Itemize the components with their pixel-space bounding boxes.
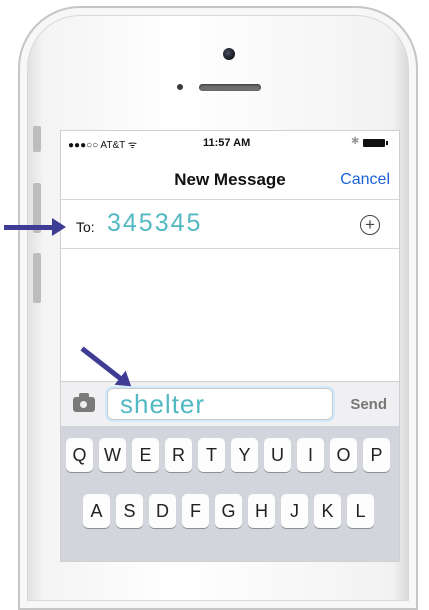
key-y[interactable]: Y [231,438,258,472]
bluetooth-icon: ✱ [351,136,360,147]
front-camera-icon [223,48,235,60]
key-a[interactable]: A [83,494,110,528]
key-j[interactable]: J [281,494,308,528]
add-contact-icon[interactable]: + [360,215,380,235]
key-p[interactable]: P [363,438,390,472]
volume-down-button [33,253,41,303]
message-text: shelter [120,389,206,419]
key-s[interactable]: S [116,494,143,528]
recipient-input[interactable]: 345345 [107,209,202,238]
proximity-sensor [177,84,183,90]
camera-icon[interactable] [73,393,95,412]
key-i[interactable]: I [297,438,324,472]
key-w[interactable]: W [99,438,126,472]
message-input[interactable]: shelter [107,388,333,420]
key-d[interactable]: D [149,494,176,528]
key-k[interactable]: K [314,494,341,528]
recipient-row[interactable]: To: 345345 + [61,199,399,249]
key-g[interactable]: G [215,494,242,528]
mute-switch [33,126,41,152]
key-q[interactable]: Q [66,438,93,472]
arrow-to-recipient-icon [4,218,66,236]
key-o[interactable]: O [330,438,357,472]
phone-screen: ●●●○○ AT&T ᯤ 11:57 AM ✱ New Message Canc… [60,130,400,562]
status-bar: ●●●○○ AT&T ᯤ 11:57 AM ✱ [61,131,399,153]
key-f[interactable]: F [182,494,209,528]
key-h[interactable]: H [248,494,275,528]
battery-icon [363,139,388,147]
key-t[interactable]: T [198,438,225,472]
key-e[interactable]: E [132,438,159,472]
message-thread-area [61,249,399,381]
key-r[interactable]: R [165,438,192,472]
cancel-button[interactable]: Cancel [340,171,390,189]
key-l[interactable]: L [347,494,374,528]
to-label: To: [76,219,95,235]
earpiece-speaker [199,84,261,91]
status-time: 11:57 AM [203,137,251,149]
compose-bar: shelter Send [61,381,399,426]
navigation-bar: New Message Cancel [61,153,399,200]
keyboard: Q W E R T Y U I O P A S D F G H J K L [61,426,399,561]
key-u[interactable]: U [264,438,291,472]
send-button[interactable]: Send [350,396,387,413]
carrier-signal: ●●●○○ AT&T ᯤ [68,140,137,151]
